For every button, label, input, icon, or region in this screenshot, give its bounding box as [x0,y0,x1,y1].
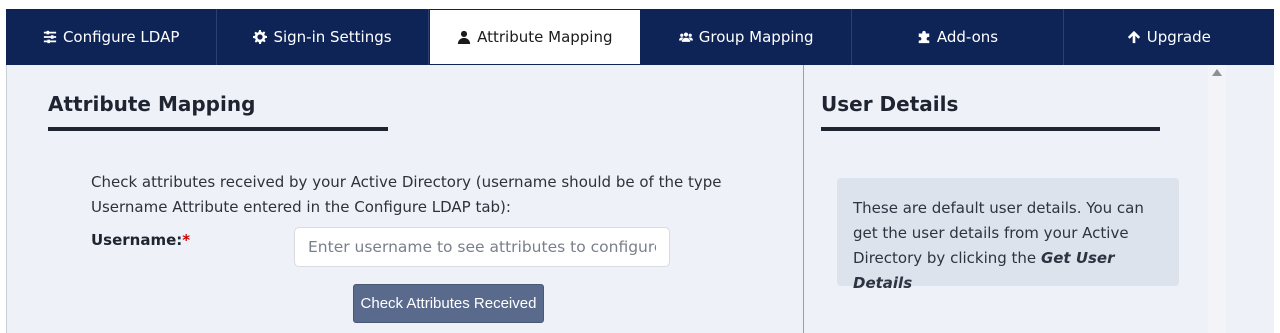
tab-label: Configure LDAP [62,28,180,46]
section-divider [48,127,388,131]
section-title: Attribute Mapping [48,92,256,116]
puzzle-icon [918,30,930,44]
user-icon [458,30,471,44]
tab-label: Attribute Mapping [477,28,613,46]
check-attributes-button[interactable]: Check Attributes Received [353,284,544,323]
attribute-mapping-panel: Attribute Mapping Check attributes recei… [6,65,804,333]
username-input[interactable] [294,227,670,267]
vertical-scrollbar[interactable] [1208,65,1226,333]
tab-label: Sign-in Settings [273,28,392,46]
gear-icon [253,30,268,44]
user-details-note: These are default user details. You can … [837,178,1179,292]
tab-attribute-mapping[interactable]: Attribute Mapping [428,9,641,65]
scroll-up-arrow-icon[interactable] [1212,69,1222,76]
required-marker: * [182,231,191,249]
content-area: Attribute Mapping Check attributes recei… [6,65,1274,333]
page: Configure LDAP Sign-in Settings Attribut… [0,0,1280,333]
tab-label: Group Mapping [698,28,814,46]
users-icon [678,32,693,42]
tab-configure-ldap[interactable]: Configure LDAP [6,9,218,65]
description-text: Check attributes received by your Active… [91,173,722,216]
tab-label: Add-ons [936,28,999,46]
tab-sign-in-settings[interactable]: Sign-in Settings [217,9,429,65]
username-label: Username:* [91,231,190,249]
tab-label: Upgrade [1146,28,1211,46]
tab-group-mapping[interactable]: Group Mapping [641,9,853,65]
username-label-text: Username: [91,231,183,249]
user-details-divider [821,127,1160,131]
user-details-title: User Details [821,92,959,116]
tab-bar: Configure LDAP Sign-in Settings Attribut… [6,9,1274,65]
user-details-panel: User Details These are default user deta… [804,65,1208,333]
tab-add-ons[interactable]: Add-ons [852,9,1064,65]
tab-upgrade[interactable]: Upgrade [1064,9,1274,65]
sliders-icon [43,30,57,44]
arrow-up-icon [1127,30,1140,44]
